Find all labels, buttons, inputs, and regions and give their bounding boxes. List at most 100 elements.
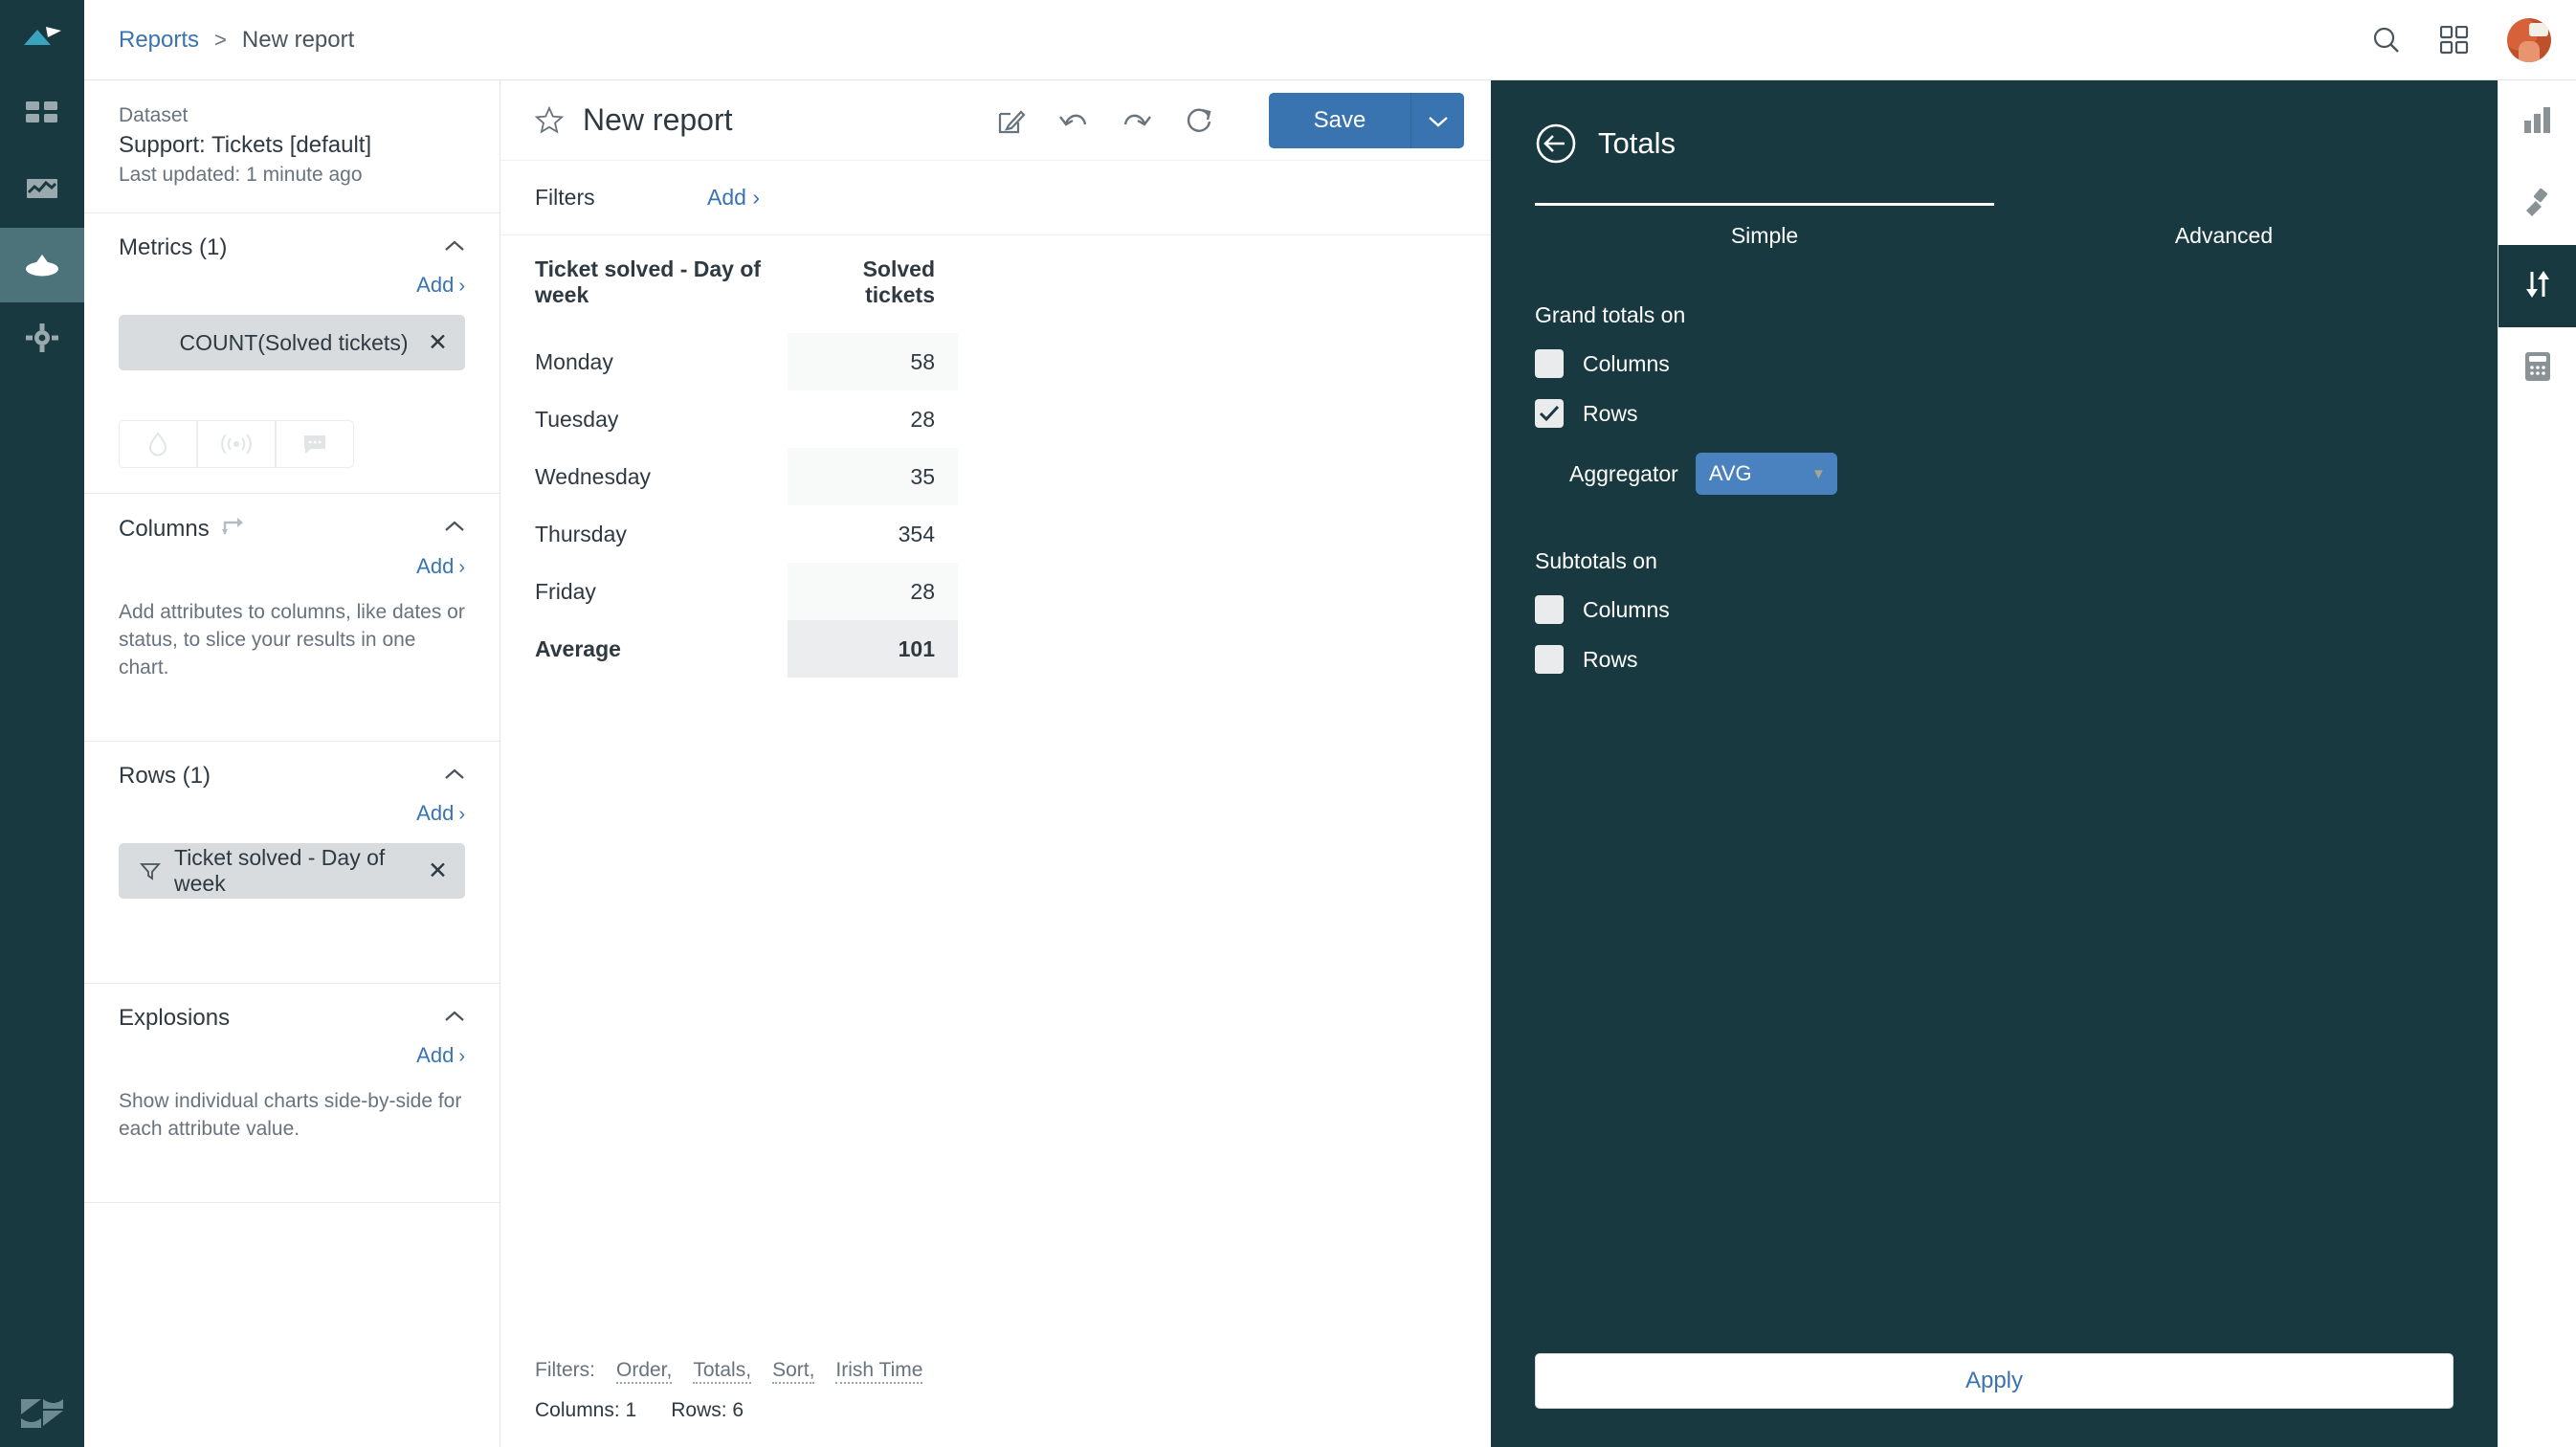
table-row[interactable]: Wednesday 35: [500, 448, 958, 505]
table-row[interactable]: Tuesday 28: [500, 390, 958, 448]
chevron-right-icon: ›: [458, 276, 465, 297]
columns-add-button[interactable]: Add ›: [119, 554, 465, 579]
table-body: Monday 58 Tuesday 28 Wednesday 35 Thursd…: [500, 333, 958, 678]
undo-icon[interactable]: [1058, 108, 1089, 133]
edit-pencil-icon[interactable]: [997, 106, 1026, 135]
save-dropdown-chevron-down-icon[interactable]: [1410, 92, 1464, 148]
grand-totals-columns-checkbox[interactable]: [1535, 349, 1564, 378]
table-total-row[interactable]: Average 101: [500, 620, 958, 678]
footer-filters: Filters: Order, Totals, Sort, Irish Time: [535, 1359, 1491, 1384]
cell-total-value: 101: [788, 620, 958, 678]
search-icon[interactable]: [2371, 25, 2402, 56]
report-toolbar: Save: [997, 92, 1464, 148]
grand-totals-rows-checkbox[interactable]: [1535, 399, 1564, 428]
report-table-wrap: Ticket solved - Day of week Solved ticke…: [500, 235, 1491, 1359]
footer-chip-order[interactable]: Order,: [616, 1359, 673, 1384]
column-header-dimension[interactable]: Ticket solved - Day of week: [500, 256, 788, 333]
explosions-add-label: Add: [416, 1043, 455, 1067]
footer-chip-totals[interactable]: Totals,: [693, 1359, 752, 1384]
footer-chip-timezone[interactable]: Irish Time: [835, 1359, 923, 1384]
app-root: Reports > New report Dataset Support: Ti…: [0, 0, 2576, 1447]
table-row[interactable]: Friday 28: [500, 563, 958, 620]
tab-advanced[interactable]: Advanced: [1994, 203, 2454, 249]
calculator-icon: [2523, 351, 2552, 387]
columns-section: Columns Add › Add attributes to columns,…: [84, 494, 500, 742]
cell-day: Friday: [535, 578, 596, 604]
aggregator-select[interactable]: AVG ▼: [1695, 453, 1837, 495]
filters-row: Filters Add ›: [500, 161, 1491, 235]
save-button[interactable]: Save: [1269, 92, 1410, 148]
explosions-section: Explosions Add › Show individual charts s…: [84, 984, 500, 1203]
zendesk-logo[interactable]: [0, 1397, 84, 1430]
dataset-info[interactable]: Dataset Support: Tickets [default] Last …: [84, 80, 500, 213]
chevron-up-icon[interactable]: [444, 1010, 465, 1028]
refresh-icon[interactable]: [1185, 106, 1213, 135]
broadcast-icon[interactable]: [197, 420, 276, 468]
rows-title: Rows (1): [119, 763, 211, 789]
rows-section: Rows (1) Add › Ticket solved - Day of wee…: [84, 742, 500, 984]
sidebar-item-dashboards[interactable]: [0, 78, 84, 153]
explosions-add-button[interactable]: Add ›: [119, 1043, 465, 1068]
apply-button[interactable]: Apply: [1535, 1353, 2454, 1409]
chevron-up-icon[interactable]: [444, 239, 465, 257]
table-row[interactable]: Monday 58: [500, 333, 958, 390]
back-arrow-circle-icon[interactable]: [1535, 122, 1577, 165]
columns-title-label: Columns: [119, 515, 210, 542]
footer-columns-count: Columns: 1: [535, 1399, 637, 1421]
chevron-right-icon: ›: [458, 557, 465, 578]
metric-chip-label: COUNT(Solved tickets): [179, 329, 409, 355]
droplet-icon[interactable]: [119, 420, 197, 468]
close-icon[interactable]: ✕: [428, 857, 448, 885]
save-button-group: Save: [1269, 92, 1464, 148]
left-nav-rail: [0, 0, 84, 1447]
subtotals-columns-row[interactable]: Columns: [1535, 595, 2454, 624]
strip-item-chart-config[interactable]: [2498, 163, 2576, 245]
redo-icon[interactable]: [1121, 108, 1152, 133]
totals-tabs: Simple Advanced: [1535, 203, 2454, 249]
right-icon-strip: [2498, 80, 2576, 1447]
strip-item-calculations[interactable]: [2498, 327, 2576, 410]
comment-icon[interactable]: [276, 420, 354, 468]
swap-axis-icon[interactable]: [221, 515, 244, 543]
sidebar-item-settings[interactable]: [0, 302, 84, 377]
subtotals-columns-checkbox[interactable]: [1535, 595, 1564, 624]
rows-add-button[interactable]: Add ›: [119, 801, 465, 826]
cell-value: 354: [898, 521, 935, 546]
explore-logo[interactable]: [0, 0, 84, 78]
table-row[interactable]: Thursday 354: [500, 505, 958, 563]
filters-add-button[interactable]: Add ›: [707, 185, 760, 211]
column-header-metric[interactable]: Solved tickets: [788, 256, 958, 333]
sidebar-item-reports[interactable]: [0, 153, 84, 228]
bar-chart-icon: [2522, 105, 2553, 139]
avatar[interactable]: [2507, 17, 2551, 62]
row-chip[interactable]: Ticket solved - Day of week ✕: [119, 843, 465, 899]
favorite-star-icon[interactable]: [535, 106, 564, 134]
breadcrumb-reports-link[interactable]: Reports: [119, 27, 199, 54]
strip-item-result-manipulation[interactable]: [2498, 245, 2576, 327]
footer-chip-sort[interactable]: Sort,: [772, 1359, 815, 1384]
chevron-up-icon[interactable]: [444, 520, 465, 538]
body: Dataset Support: Tickets [default] Last …: [84, 80, 2576, 1447]
apps-grid-icon[interactable]: [2440, 25, 2469, 55]
grand-totals-label: Grand totals on: [1535, 302, 1686, 327]
subtotals-columns-label: Columns: [1583, 596, 1670, 622]
metrics-add-button[interactable]: Add ›: [119, 273, 465, 298]
report-table: Ticket solved - Day of week Solved ticke…: [500, 256, 958, 678]
subtotals-rows-row[interactable]: Rows: [1535, 645, 2454, 674]
table-header-row: Ticket solved - Day of week Solved ticke…: [500, 256, 958, 333]
close-icon[interactable]: ✕: [428, 328, 448, 357]
subtotals-rows-checkbox[interactable]: [1535, 645, 1564, 674]
grand-totals-columns-row[interactable]: Columns: [1535, 349, 2454, 378]
grand-totals-rows-label: Rows: [1583, 400, 1638, 426]
strip-item-visualization[interactable]: [2498, 80, 2576, 163]
chevron-right-icon: ›: [458, 1046, 465, 1067]
footer-rows-count: Rows: 6: [671, 1399, 744, 1421]
sidebar-item-datasets[interactable]: [0, 228, 84, 302]
page-title[interactable]: New report: [583, 102, 733, 138]
metric-chip[interactable]: COUNT(Solved tickets) ✕: [119, 315, 465, 370]
totals-panel: Totals Simple Advanced Grand totals on C…: [1491, 80, 2498, 1447]
tab-simple[interactable]: Simple: [1535, 203, 1994, 249]
grand-totals-rows-row[interactable]: Rows: [1535, 399, 2454, 428]
dataset-last-updated: Last updated: 1 minute ago: [119, 164, 363, 186]
chevron-up-icon[interactable]: [444, 768, 465, 786]
